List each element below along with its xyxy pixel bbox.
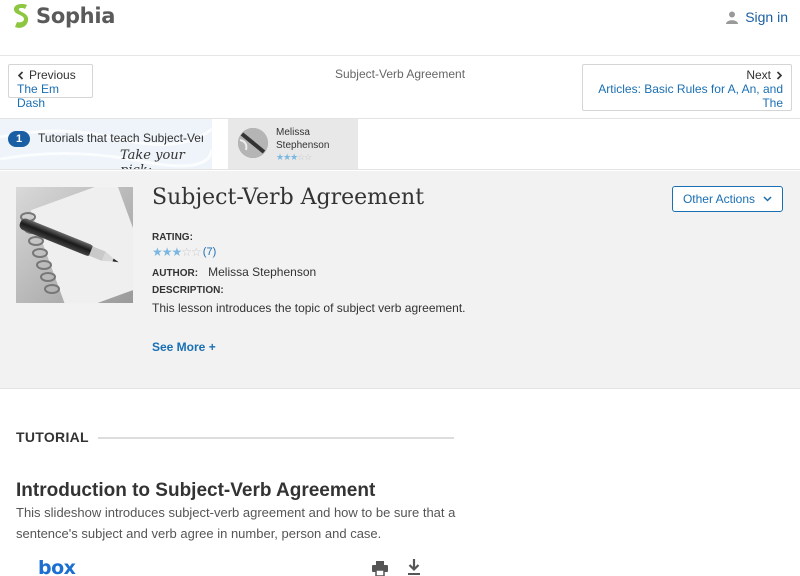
- tutorials-text: Tutorials that teach Subject-Verb Agreem…: [38, 131, 203, 145]
- card-rating-stars: ★★★☆☆: [276, 152, 312, 163]
- author-avatar: [238, 128, 268, 158]
- sophia-logo-icon: [13, 4, 29, 28]
- sophia-logo[interactable]: Sophia: [10, 3, 115, 29]
- other-actions-button[interactable]: Other Actions: [672, 186, 783, 212]
- rating-stars-empty: ☆☆: [181, 245, 201, 259]
- tutorial-card-selected[interactable]: Melissa Stephenson ★★★☆☆: [228, 119, 358, 169]
- next-link[interactable]: Articles: Basic Rules for A, An, and The: [591, 82, 783, 110]
- next-lesson-button[interactable]: Next Articles: Basic Rules for A, An, an…: [582, 64, 792, 111]
- card-stars-empty: ☆☆: [297, 152, 312, 162]
- print-icon[interactable]: [372, 561, 388, 576]
- next-row: Next: [591, 68, 783, 82]
- chevron-right-icon: [776, 70, 783, 80]
- tutorials-count-panel: 1 Tutorials that teach Subject-Verb Agre…: [0, 119, 212, 169]
- tutorial-heading: Introduction to Subject-Verb Agreement: [16, 480, 376, 501]
- tutorial-section-label: TUTORIAL: [16, 429, 89, 445]
- site-header: Sophia Sign in: [0, 0, 800, 36]
- header-divider: [0, 55, 800, 56]
- notebook-pen-image: [16, 187, 133, 303]
- brand-name: Sophia: [36, 4, 116, 28]
- avatar-image: [238, 128, 268, 158]
- take-your-pick-label: Take your pick:: [120, 148, 185, 169]
- previous-link[interactable]: The Em Dash: [17, 82, 84, 110]
- see-more-link[interactable]: See More +: [152, 340, 216, 354]
- download-icon[interactable]: [407, 559, 421, 576]
- tutorials-strip: 1 Tutorials that teach Subject-Verb Agre…: [0, 118, 800, 170]
- rating-stars-filled: ★★★: [152, 245, 182, 259]
- lesson-info-panel: Subject-Verb Agreement Other Actions RAT…: [0, 171, 800, 389]
- rating-row: ★★★☆☆ (7): [152, 245, 216, 259]
- lesson-description: This lesson introduces the topic of subj…: [152, 301, 466, 315]
- rating-label: RATING:: [152, 232, 193, 243]
- chevron-down-icon: [763, 196, 772, 202]
- user-icon: [726, 11, 739, 24]
- card-stars-filled: ★★★: [276, 152, 298, 162]
- lesson-thumbnail: [16, 187, 133, 303]
- author-label: AUTHOR:: [152, 268, 199, 279]
- card-author-name: Melissa Stephenson: [276, 127, 330, 151]
- rating-count-link[interactable]: (7): [203, 246, 216, 258]
- author-name: Melissa Stephenson: [208, 265, 317, 279]
- next-label: Next: [746, 68, 771, 82]
- lesson-title: Subject-Verb Agreement: [152, 185, 425, 210]
- tutorial-description: This slideshow introduces subject-verb a…: [16, 505, 456, 541]
- box-logo[interactable]: box: [38, 557, 76, 576]
- rating-stars[interactable]: ★★★☆☆: [152, 245, 202, 259]
- description-label: DESCRIPTION:: [152, 285, 224, 296]
- other-actions-label: Other Actions: [682, 192, 756, 206]
- tutorial-section-rule: [98, 437, 454, 439]
- sign-in-label: Sign in: [745, 9, 788, 25]
- tutorial-count-badge: 1: [8, 131, 30, 147]
- author-row: AUTHOR: Melissa Stephenson: [152, 265, 316, 279]
- sign-in-button[interactable]: Sign in: [726, 9, 788, 25]
